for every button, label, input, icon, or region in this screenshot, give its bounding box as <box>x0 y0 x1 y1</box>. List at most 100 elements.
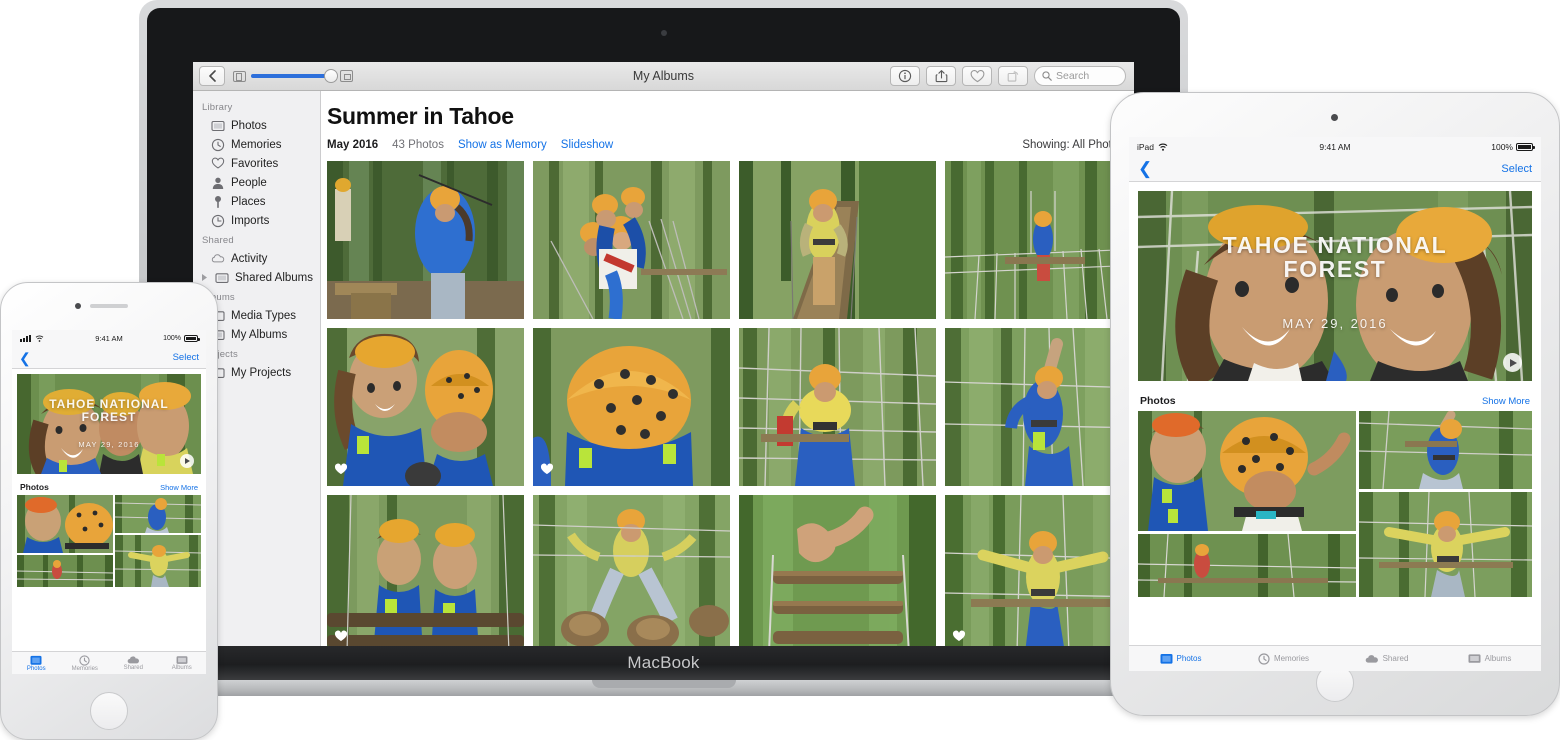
zoom-slider-thumb[interactable] <box>324 69 338 83</box>
photo-thumbnail[interactable] <box>739 495 936 648</box>
sidebar-item-label: Activity <box>231 252 268 265</box>
thumbnail-zoom-control[interactable] <box>233 69 353 83</box>
device-showcase: My Albums Search Library Photos Memories… <box>0 0 1560 740</box>
tab-shared[interactable]: Shared <box>1335 654 1438 664</box>
sidebar-item-memories[interactable]: Memories <box>193 135 320 154</box>
ipad-screen: iPad 9:41 AM 100% ❮ Select TAHOE NATIONA… <box>1129 137 1541 671</box>
show-more-link[interactable]: Show More <box>160 483 198 492</box>
memory-photo-collage <box>1129 411 1541 597</box>
tab-photos[interactable]: Photos <box>12 655 61 672</box>
play-button[interactable] <box>1503 353 1522 372</box>
photo-thumbnail[interactable] <box>945 161 1134 319</box>
tab-label: Shared <box>123 665 143 671</box>
photo-image <box>115 535 201 587</box>
collage-photo[interactable] <box>1138 534 1356 597</box>
sidebar-item-people[interactable]: People <box>193 173 320 192</box>
tab-label: Albums <box>171 665 192 671</box>
show-more-link[interactable]: Show More <box>1482 396 1530 407</box>
photo-thumbnail[interactable] <box>327 161 524 319</box>
tab-albums[interactable]: Albums <box>1438 653 1541 664</box>
memory-title-line2: FOREST <box>1283 256 1387 283</box>
search-input[interactable]: Search <box>1034 66 1126 86</box>
sidebar-item-label: Places <box>231 195 266 208</box>
photos-library-icon <box>211 119 225 133</box>
slideshow-link[interactable]: Slideshow <box>561 139 613 151</box>
collage-photo[interactable] <box>17 495 113 553</box>
collage-photo[interactable] <box>1359 411 1532 489</box>
battery-full-icon <box>184 335 200 342</box>
tab-memories[interactable]: Memories <box>1232 652 1335 665</box>
photo-image <box>1138 411 1356 531</box>
photo-image <box>739 328 936 486</box>
page-title: Summer in Tahoe <box>327 103 514 129</box>
memory-hero-card[interactable]: TAHOE NATIONAL FOREST MAY 29, 2016 <box>1138 191 1532 381</box>
photo-image <box>739 161 936 319</box>
heart-icon <box>970 69 984 82</box>
favorite-button[interactable] <box>962 66 992 86</box>
collage-photo[interactable] <box>115 495 201 533</box>
back-button[interactable]: ❮ <box>1138 160 1152 177</box>
collage-photo[interactable] <box>1138 411 1356 531</box>
tab-photos[interactable]: Photos <box>1129 653 1232 665</box>
collage-photo[interactable] <box>1359 492 1532 597</box>
macbook-camera <box>660 30 667 36</box>
tab-label: Memories <box>71 665 98 672</box>
tab-albums[interactable]: Albums <box>158 655 207 671</box>
photo-image <box>533 328 730 486</box>
albums-icon <box>1468 654 1481 663</box>
photo-thumbnail[interactable] <box>533 161 730 319</box>
photo-thumbnail[interactable] <box>533 495 730 648</box>
photo-thumbnail[interactable] <box>739 161 936 319</box>
show-as-memory-link[interactable]: Show as Memory <box>458 139 547 151</box>
photo-thumbnail[interactable] <box>945 328 1134 486</box>
photo-image <box>533 161 730 319</box>
collage-photo[interactable] <box>17 555 113 587</box>
memory-date: MAY 29, 2016 <box>1282 316 1388 332</box>
iphone-nav-bar: ❮ Select <box>12 347 206 369</box>
heart-filled-icon <box>334 463 348 474</box>
photo-thumbnail[interactable] <box>533 328 730 486</box>
tab-shared[interactable]: Shared <box>109 655 158 671</box>
collage-photo[interactable] <box>115 535 201 587</box>
showing-filter-label[interactable]: Showing: All Photos <box>1022 139 1124 151</box>
share-button[interactable] <box>926 66 956 86</box>
tab-label: Shared <box>1382 654 1409 663</box>
ipad-status-bar: iPad 9:41 AM 100% <box>1129 137 1541 156</box>
thumbnail-large-icon[interactable] <box>340 70 353 82</box>
disclosure-triangle-icon[interactable] <box>199 273 209 282</box>
thumbnail-small-icon[interactable] <box>233 70 246 82</box>
album-date: May 2016 <box>327 139 379 151</box>
tab-label: Photos <box>1176 654 1202 663</box>
sidebar-item-places[interactable]: Places <box>193 192 320 211</box>
search-placeholder: Search <box>1056 70 1090 82</box>
iphone-home-button[interactable] <box>90 692 128 730</box>
rotate-button[interactable] <box>998 66 1028 86</box>
sidebar-item-imports[interactable]: Imports <box>193 211 320 230</box>
select-button[interactable]: Select <box>1501 163 1532 175</box>
memory-title-line2: FOREST <box>81 409 137 424</box>
sidebar-item-favorites[interactable]: Favorites <box>193 154 320 173</box>
tab-memories[interactable]: Memories <box>61 654 110 672</box>
sidebar-item-photos[interactable]: Photos <box>193 116 320 135</box>
macbook-lid: My Albums Search Library Photos Memories… <box>139 0 1188 680</box>
zoom-slider[interactable] <box>251 69 338 83</box>
memory-title: TAHOE NATIONAL FOREST <box>1138 233 1532 282</box>
favorite-badge <box>334 462 348 480</box>
sidebar-item-activity[interactable]: Activity <box>193 249 320 268</box>
iphone-screen: 9:41 AM 100% ❮ Select TAHOE NATIONAL FOR… <box>12 330 206 674</box>
photo-thumbnail[interactable] <box>327 328 524 486</box>
photo-thumbnail[interactable] <box>739 328 936 486</box>
back-button[interactable] <box>199 66 225 86</box>
play-button[interactable] <box>180 454 194 468</box>
iphone-device: 9:41 AM 100% ❮ Select TAHOE NATIONAL FOR… <box>0 282 218 740</box>
photo-thumbnail[interactable] <box>945 495 1134 648</box>
photo-image <box>1359 411 1532 489</box>
memory-hero-card[interactable]: TAHOE NATIONAL FOREST MAY 29, 2016 <box>17 374 201 474</box>
memory-title-line1: TAHOE NATIONAL <box>1222 231 1448 258</box>
back-button[interactable]: ❮ <box>19 351 31 365</box>
sidebar-item-label: Shared Albums <box>235 271 313 284</box>
macbook-screen: My Albums Search Library Photos Memories… <box>193 62 1134 648</box>
select-button[interactable]: Select <box>173 352 199 363</box>
photo-thumbnail[interactable] <box>327 495 524 648</box>
info-button[interactable] <box>890 66 920 86</box>
